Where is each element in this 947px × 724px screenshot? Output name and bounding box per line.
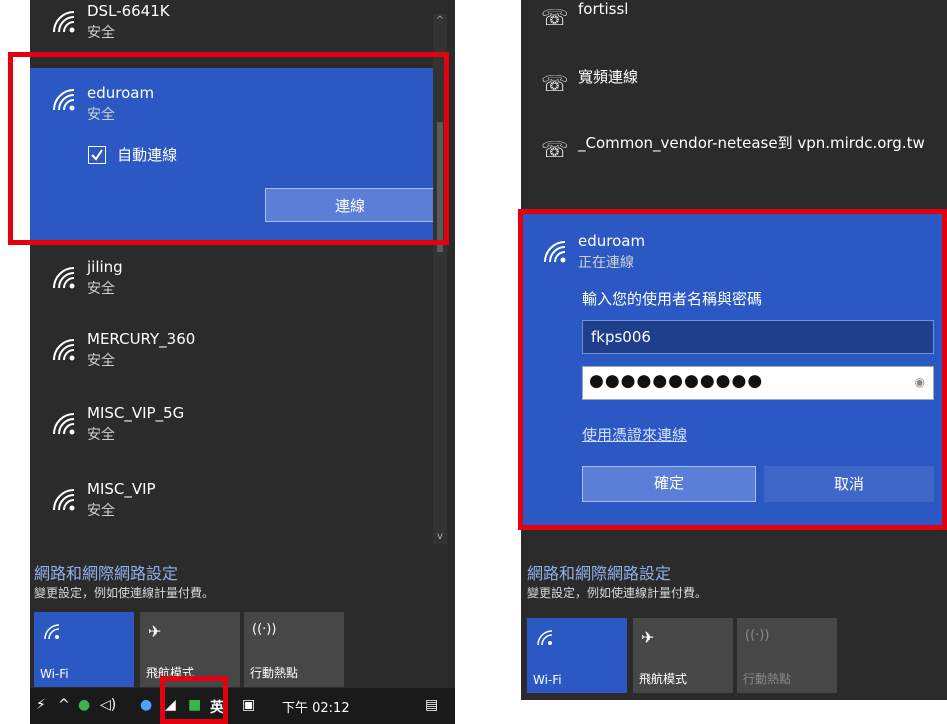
scroll-down-icon[interactable]: v [433, 530, 447, 544]
tile-label: 飛航模式 [146, 666, 195, 680]
auto-connect-checkbox[interactable]: 自動連線 [88, 144, 177, 165]
network-ssid: MERCURY_360 [87, 330, 196, 348]
vpn-icon: ☏ [541, 6, 569, 31]
network-ssid: MISC_VIP [87, 480, 156, 498]
network-status: 安全 [87, 281, 115, 297]
mobile-hotspot-tile[interactable]: ((·)) 行動熱點 [244, 612, 344, 687]
wifi-tile[interactable]: Wi-Fi [34, 612, 134, 687]
tile-label: 飛航模式 [639, 672, 688, 686]
wifi-icon [44, 624, 60, 640]
network-ssid: jiling [87, 258, 123, 276]
checkbox-icon [88, 145, 106, 164]
network-flyout-right: ☏ fortissl ☏ 寬頻連線 ☏ _Common_vendor-netea… [521, 0, 947, 700]
network-item-misc-vip[interactable]: MISC_VIP 安全 [30, 472, 433, 532]
airplane-icon: ✈ [641, 628, 655, 647]
network-tray-icon[interactable]: ◢ [165, 697, 176, 713]
network-status: 安全 [87, 107, 115, 123]
taskbar: ⚡ ^ ● ◁) ● ◢ ■ 英 ▣ 下午 02:12 ▤ [30, 688, 455, 724]
vpn-name: fortissl [578, 0, 629, 18]
wifi-signal-icon [544, 241, 566, 263]
wifi-signal-icon [53, 267, 75, 289]
auto-connect-label: 自動連線 [117, 146, 178, 164]
action-center-icon[interactable]: ▤ [425, 697, 438, 713]
password-mask: ●●●●●●●●●●● [589, 371, 764, 391]
network-settings-link[interactable]: 網路和網際網路設定 [34, 560, 178, 584]
reveal-password-icon[interactable]: ◉ [915, 375, 925, 389]
network-ssid: MISC_VIP_5G [87, 404, 185, 422]
tile-label: 行動熱點 [250, 666, 299, 680]
show-hidden-icons-icon[interactable]: ^ [58, 697, 70, 713]
wifi-signal-icon [53, 413, 75, 435]
connect-button[interactable]: 連線 [265, 188, 435, 222]
vpn-item-fortissl[interactable]: ☏ fortissl [521, 0, 947, 48]
network-flyout-left: DSL-6641K 安全 eduroam 安全 自動連線 連線 jiling 安… [30, 0, 455, 690]
app-tray-icon[interactable]: ● [140, 697, 152, 713]
ime-mode-icon[interactable]: ▣ [242, 697, 255, 713]
vpn-item-broadband[interactable]: ☏ 寬頻連線 [521, 56, 947, 112]
wifi-signal-icon [53, 11, 75, 33]
hotspot-icon: ((·)) [745, 628, 770, 643]
network-item-misc-vip-5g[interactable]: MISC_VIP_5G 安全 [30, 396, 433, 456]
defender-icon[interactable]: ● [78, 697, 90, 713]
network-settings-link[interactable]: 網路和網際網路設定 [527, 560, 671, 584]
wifi-icon [537, 630, 553, 646]
network-ssid: eduroam [578, 232, 646, 250]
network-settings-subtitle: 變更設定，例如使連線計量付費。 [34, 586, 215, 600]
wifi-tile[interactable]: Wi-Fi [527, 618, 627, 693]
scroll-thumb[interactable] [437, 122, 443, 252]
wifi-signal-icon [53, 339, 75, 361]
network-status: 安全 [87, 25, 115, 41]
volume-icon[interactable]: ◁) [100, 697, 116, 713]
network-status: 安全 [87, 353, 115, 369]
line-tray-icon[interactable]: ■ [188, 697, 201, 713]
power-icon[interactable]: ⚡ [36, 697, 46, 713]
network-status: 安全 [87, 503, 115, 519]
tile-label: Wi-Fi [533, 673, 562, 687]
hotspot-icon: ((·)) [252, 622, 277, 637]
wifi-signal-icon [53, 89, 75, 111]
network-status: 安全 [87, 427, 115, 443]
network-settings-subtitle: 變更設定，例如使連線計量付費。 [527, 586, 708, 600]
network-item-eduroam[interactable]: eduroam 安全 自動連線 連線 [30, 68, 435, 240]
vpn-name: _Common_vendor-netease到 vpn.mirdc.org.tw [578, 134, 925, 152]
vpn-icon: ☏ [541, 138, 569, 163]
scroll-up-icon[interactable]: ^ [433, 14, 447, 28]
mobile-hotspot-tile[interactable]: ((·)) 行動熱點 [737, 618, 837, 693]
airplane-mode-tile[interactable]: ✈ 飛航模式 [633, 618, 733, 693]
username-input[interactable]: fkps006 [582, 320, 934, 354]
network-item-jiling[interactable]: jiling 安全 [30, 250, 433, 310]
network-ssid: eduroam [87, 84, 155, 102]
tile-label: 行動熱點 [743, 672, 792, 686]
clock[interactable]: 下午 02:12 [282, 697, 350, 716]
network-ssid: DSL-6641K [87, 2, 170, 20]
vpn-item-common-vendor[interactable]: ☏ _Common_vendor-netease到 vpn.mirdc.org.… [521, 122, 947, 178]
network-item-mercury[interactable]: MERCURY_360 安全 [30, 322, 433, 382]
use-certificate-link[interactable]: 使用憑證來連線 [582, 424, 687, 445]
network-status: 正在連線 [578, 255, 634, 271]
ok-button[interactable]: 確定 [582, 466, 756, 502]
vpn-name: 寬頻連線 [578, 68, 639, 86]
network-item-eduroam-connecting[interactable]: eduroam 正在連線 輸入您的使用者名稱與密碼 fkps006 ●●●●●●… [521, 212, 947, 527]
cancel-button[interactable]: 取消 [764, 466, 934, 502]
credential-prompt: 輸入您的使用者名稱與密碼 [582, 290, 763, 308]
airplane-mode-tile[interactable]: ✈ 飛航模式 [140, 612, 240, 687]
tile-label: Wi-Fi [40, 667, 69, 681]
vpn-icon: ☏ [541, 72, 569, 97]
password-input[interactable]: ●●●●●●●●●●● ◉ [582, 366, 934, 400]
network-item-dsl[interactable]: DSL-6641K 安全 [30, 0, 433, 54]
ime-indicator[interactable]: 英 [210, 697, 224, 717]
airplane-icon: ✈ [148, 622, 162, 641]
wifi-signal-icon [53, 489, 75, 511]
scrollbar[interactable]: ^ v [433, 14, 447, 544]
